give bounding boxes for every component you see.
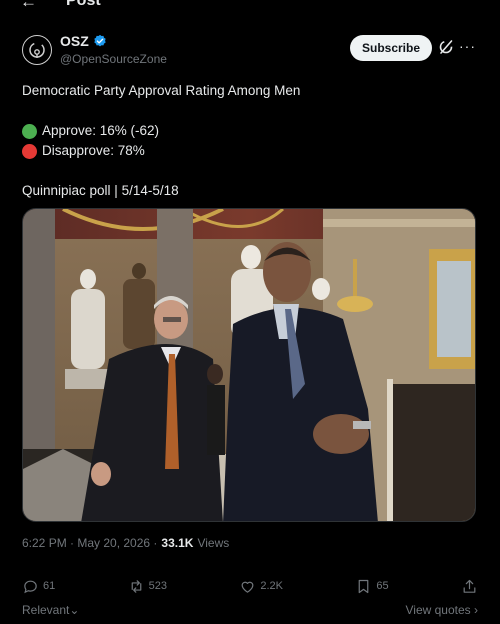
view-quotes-label: View quotes xyxy=(405,603,471,617)
share-button[interactable] xyxy=(461,578,478,595)
author-name[interactable]: OSZ xyxy=(60,33,89,49)
views-count: 33.1K xyxy=(161,536,194,550)
repost-button[interactable]: 523 xyxy=(128,578,167,595)
photo-image xyxy=(23,209,475,521)
share-icon xyxy=(463,579,476,593)
verified-badge-icon xyxy=(94,34,106,47)
disapprove-line: Disapprove: 78% xyxy=(22,141,478,161)
approve-text: Approve: 16% (-62) xyxy=(42,123,160,138)
sort-label: Relevant xyxy=(22,603,70,617)
chevron-right-icon: › xyxy=(474,603,478,617)
repost-count: 523 xyxy=(148,580,167,592)
reply-count: 61 xyxy=(43,580,56,592)
post-body: Democratic Party Approval Rating Among M… xyxy=(22,81,478,201)
back-arrow-icon[interactable]: ← xyxy=(20,0,37,12)
green-circle-icon xyxy=(22,123,37,139)
reply-button[interactable]: 61 xyxy=(22,578,55,595)
like-count: 2.2K xyxy=(260,580,283,592)
post-meta: 6:22 PM · May 20, 2026 · 33.1K Views xyxy=(22,536,229,550)
osz-logo-icon xyxy=(29,42,45,58)
chevron-down-icon: ⌄ xyxy=(69,603,80,617)
action-bar: 61 523 2.2K 65 xyxy=(22,575,478,597)
bookmark-count: 65 xyxy=(376,580,389,592)
avatar[interactable] xyxy=(22,35,52,65)
subscribe-button[interactable]: Subscribe xyxy=(350,35,432,61)
view-quotes-link[interactable]: View quotes › xyxy=(406,603,479,617)
like-button[interactable]: 2.2K xyxy=(239,578,283,595)
more-options-icon[interactable]: ··· xyxy=(459,38,476,54)
poll-source: Quinnipiac poll | 5/14-5/18 xyxy=(22,183,179,198)
disapprove-text: Disapprove: 78% xyxy=(42,143,145,158)
bookmark-icon xyxy=(359,579,369,593)
page-title: Post xyxy=(66,0,101,9)
sort-dropdown[interactable]: Relevant⌄ xyxy=(22,603,79,617)
post-photo[interactable] xyxy=(22,208,476,522)
approve-line: Approve: 16% (-62) xyxy=(22,121,478,141)
grok-icon[interactable] xyxy=(438,39,454,55)
heart-icon xyxy=(241,581,254,593)
red-circle-icon xyxy=(22,143,37,159)
reply-icon xyxy=(24,580,37,593)
views-label: Views xyxy=(197,536,230,550)
top-bar: ← Post xyxy=(0,0,500,14)
post-headline: Democratic Party Approval Rating Among M… xyxy=(22,83,301,98)
repost-icon xyxy=(131,579,141,593)
author-handle[interactable]: @OpenSourceZone xyxy=(60,52,167,66)
post-timestamp[interactable]: 6:22 PM · May 20, 2026 · xyxy=(22,536,157,550)
bookmark-button[interactable]: 65 xyxy=(355,578,389,595)
